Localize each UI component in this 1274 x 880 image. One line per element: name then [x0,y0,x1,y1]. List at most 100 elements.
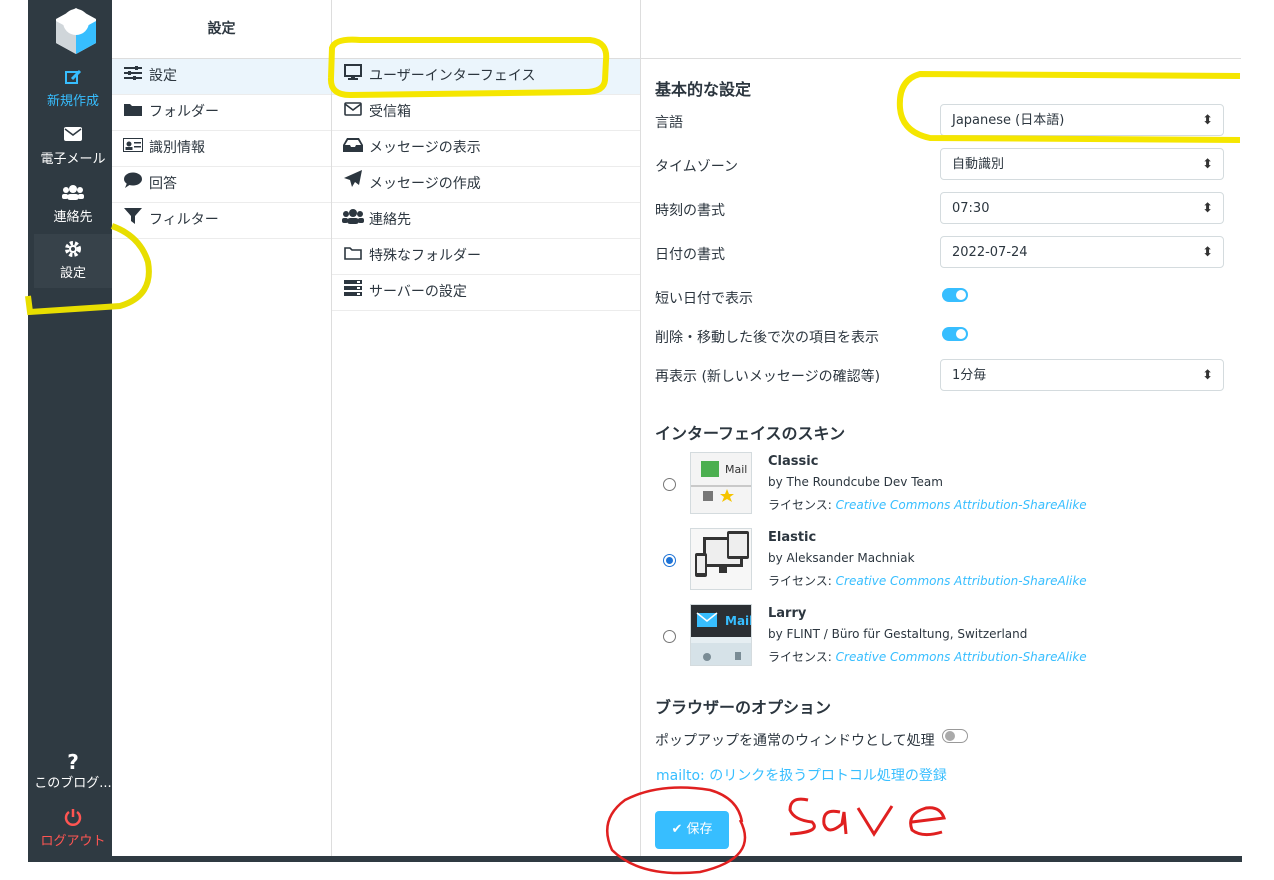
classic-skin-thumbnail: Mail [690,452,752,514]
id-card-icon [122,131,144,166]
menu-item-preferences[interactable]: 設定 [112,59,331,95]
nav-contacts-label: 連絡先 [53,210,93,225]
power-icon [34,808,112,830]
browser-options-title: ブラウザーのオプション [655,698,832,717]
license-link[interactable]: Creative Commons Attribution-ShareAlike [836,498,1087,512]
select-arrows-icon: ⬍ [1202,157,1213,172]
comment-icon [122,167,144,202]
select-arrows-icon: ⬍ [1202,113,1213,128]
menu-item-label: フィルター [149,212,219,228]
timezone-label: タイムゾーン [655,159,739,175]
sliders-icon [122,59,144,94]
time-format-select[interactable]: 07:30 ⬍ [940,192,1224,224]
menu-item-label: 識別情報 [149,140,205,156]
menu-item-folders[interactable]: フォルダー [112,95,331,131]
elastic-skin-thumbnail [690,528,752,590]
toggle-knob [956,329,966,339]
users-icon [34,184,112,206]
nav-compose-label: 新規作成 [46,94,99,109]
section-composing-messages[interactable]: メッセージの作成 [332,167,640,203]
section-mailbox-view[interactable]: 受信箱 [332,95,640,131]
section-server-settings[interactable]: サーバーの設定 [332,275,640,311]
select-arrows-icon: ⬍ [1202,201,1213,216]
select-arrows-icon: ⬍ [1202,245,1213,260]
menu-item-responses[interactable]: 回答 [112,167,331,203]
nav-logout[interactable]: ログアウト [34,802,112,856]
skin-name: Larry [768,606,807,621]
language-select[interactable]: Japanese (日本語) ⬍ [940,104,1224,136]
main-navigation: 新規作成 電子メール 連絡先 設定 ? このブログ... ログアウト [34,0,112,856]
skin-radio[interactable] [663,554,676,567]
paper-plane-icon [342,167,364,202]
nav-settings[interactable]: 設定 [34,234,112,288]
skin-section-title: インターフェイスのスキン [655,424,846,443]
basic-settings-title: 基本的な設定 [655,80,752,99]
save-button[interactable]: ✔ 保存 [655,811,729,849]
classic-thumb-mail-text: Mail [725,463,748,476]
skin-option-elastic[interactable]: Elastic by Aleksander Machniak ライセンス: Cr… [655,528,1215,594]
section-special-folders[interactable]: 特殊なフォルダー [332,239,640,275]
save-label: 保存 [686,822,713,837]
nav-mail-label: 電子メール [40,152,106,167]
short-date-toggle[interactable] [942,288,968,302]
timezone-value: 自動識別 [952,157,1005,172]
license-link[interactable]: Creative Commons Attribution-ShareAlike [836,650,1087,664]
menu-item-filters[interactable]: フィルター [112,203,331,239]
license-prefix: ライセンス: [768,574,832,588]
skin-option-larry[interactable]: Mail Larry by FLINT / Büro für Gestaltun… [655,604,1215,670]
toggle-knob [956,290,966,300]
larry-skin-thumbnail: Mail [690,604,752,666]
mailto-handler-link[interactable]: mailto: のリンクを扱うプロトコル処理の登録 [656,765,947,785]
skin-radio[interactable] [663,630,676,643]
nav-contacts[interactable]: 連絡先 [34,178,112,232]
skin-author: by The Roundcube Dev Team [768,475,943,489]
skin-radio[interactable] [663,478,676,491]
gear-icon [34,240,112,262]
nav-logout-label: ログアウト [40,834,106,849]
skin-name: Classic [768,454,819,469]
language-value: Japanese (日本語) [952,113,1065,128]
license-link[interactable]: Creative Commons Attribution-ShareAlike [836,574,1087,588]
settings-menu: 設定 設定 フォルダー 識別情報 回答 フィルター [112,0,332,856]
users-icon [342,203,364,238]
section-label: メッセージの作成 [369,176,481,192]
skin-option-classic[interactable]: Mail Classic by The Roundcube Dev Team ラ… [655,452,1215,518]
date-format-select[interactable]: 2022-07-24 ⬍ [940,236,1224,268]
license-prefix: ライセンス: [768,650,832,664]
envelope-icon [342,95,364,130]
larry-thumb-mail-text: Mail [725,614,752,628]
next-item-label: 削除・移動した後で次の項目を表示 [655,330,879,346]
screen-margin [1242,0,1274,880]
menu-item-label: フォルダー [149,104,219,120]
nav-mail[interactable]: 電子メール [34,120,112,174]
section-displaying-messages[interactable]: メッセージの表示 [332,131,640,167]
popup-label: ポップアップを通常のウィンドウとして処理 [655,733,935,749]
skin-license: ライセンス: Creative Commons Attribution-Shar… [768,496,1087,513]
short-date-label: 短い日付で表示 [655,291,753,307]
menu-item-label: 回答 [149,176,177,192]
filter-icon [122,203,144,238]
refresh-label: 再表示 (新しいメッセージの確認等) [655,369,881,385]
nav-settings-label: 設定 [59,266,86,281]
refresh-select[interactable]: 1分毎 ⬍ [940,359,1224,391]
roundcube-logo [56,8,96,54]
next-item-toggle[interactable] [942,327,968,341]
settings-sections: ユーザーインターフェイス 受信箱 メッセージの表示 メッセージの作成 連絡先 特… [332,0,641,856]
section-label: サーバーの設定 [369,284,467,300]
nav-about-label: このブログ... [34,776,112,791]
menu-item-identities[interactable]: 識別情報 [112,131,331,167]
timezone-select[interactable]: 自動識別 ⬍ [940,148,1224,180]
toggle-knob [945,731,955,741]
date-format-value: 2022-07-24 [952,245,1028,260]
nav-about[interactable]: ? このブログ... [34,744,112,798]
popup-toggle[interactable] [942,729,968,743]
folder-icon [122,95,144,130]
section-label: 連絡先 [369,212,411,228]
section-contacts[interactable]: 連絡先 [332,203,640,239]
edit-icon [34,68,112,90]
nav-compose[interactable]: 新規作成 [34,62,112,116]
section-user-interface[interactable]: ユーザーインターフェイス [332,59,640,95]
skin-name: Elastic [768,530,817,545]
preferences-panel: 基本的な設定 言語 Japanese (日本語) ⬍ タイムゾーン 自動識別 ⬍… [641,0,1241,856]
envelope-icon [34,126,112,148]
